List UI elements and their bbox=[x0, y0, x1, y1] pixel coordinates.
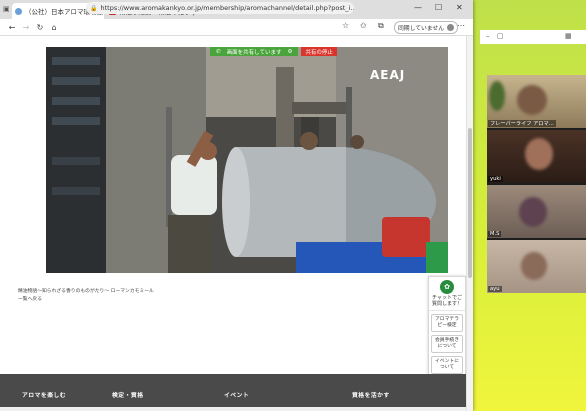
participant-name: M.S bbox=[488, 231, 502, 237]
meeting-toolbar: – ▢ ▦ bbox=[480, 30, 586, 44]
stop-share-button[interactable]: 共有の停止 bbox=[301, 47, 337, 56]
chat-link[interactable]: チャットでご質問します！ bbox=[429, 295, 465, 311]
minimize-icon[interactable]: — bbox=[414, 3, 422, 12]
participant-video bbox=[521, 252, 547, 280]
url-text: https://www.aromakankyo.or.jp/membership… bbox=[100, 4, 354, 12]
video-caption-block: 精油物語～知られざる香りのものがたり～ ローマンカモミール 一覧へ戻る bbox=[18, 288, 154, 304]
footer-link[interactable]: アロマを楽しむ bbox=[22, 390, 66, 399]
forward-icon[interactable]: → bbox=[20, 23, 32, 32]
sync-label: 同期していません bbox=[398, 26, 445, 32]
collections-icon[interactable]: ⧉ bbox=[378, 21, 384, 31]
layout-icon[interactable]: ▦ bbox=[565, 32, 572, 40]
participant-tile[interactable]: フレーバーライフ アロマ… bbox=[487, 75, 586, 128]
lock-icon: 🔒 bbox=[90, 4, 98, 12]
participant-video bbox=[519, 197, 547, 227]
more-menu-icon[interactable]: ⋯ bbox=[457, 21, 465, 30]
footer-link[interactable]: イベント bbox=[224, 390, 249, 399]
audio-icon bbox=[15, 7, 22, 15]
participant-tile[interactable]: yuki bbox=[487, 130, 586, 183]
sharing-indicator: ✆ 画面を共有しています ⚙ bbox=[210, 47, 299, 56]
participant-tile[interactable]: M.S bbox=[487, 185, 586, 238]
minimize-icon[interactable]: – bbox=[486, 32, 490, 40]
back-icon[interactable]: ← bbox=[6, 23, 18, 32]
widget-item[interactable]: イベントについて bbox=[431, 356, 463, 374]
vertical-scrollbar[interactable] bbox=[466, 36, 473, 411]
widget-item[interactable]: アロマテラピー検定 bbox=[431, 314, 463, 332]
home-icon[interactable]: ⌂ bbox=[48, 23, 60, 32]
favorites-icon[interactable]: ✩ bbox=[360, 21, 367, 30]
stop-share-label: 共有の停止 bbox=[305, 49, 333, 56]
sharing-label: 画面を共有しています bbox=[226, 49, 282, 56]
participant-name: yuki bbox=[488, 176, 503, 182]
screen-share-banner: ✆ 画面を共有しています ⚙ 共有の停止 bbox=[210, 47, 337, 56]
close-window-icon[interactable]: ✕ bbox=[456, 3, 463, 12]
participant-video bbox=[517, 85, 547, 115]
back-to-list-link[interactable]: 一覧へ戻る bbox=[18, 296, 154, 304]
profile-sync-button[interactable]: 同期していません bbox=[394, 21, 459, 34]
horizontal-scrollbar[interactable] bbox=[0, 407, 466, 411]
aeaj-watermark: AEAJ bbox=[370, 68, 406, 82]
footer-link[interactable]: 検定・資格 bbox=[112, 390, 144, 399]
tab-actions-icon[interactable]: ▣ bbox=[3, 5, 10, 13]
participant-name: フレーバーライフ アロマ… bbox=[488, 120, 556, 127]
video-caption: 精油物語～知られざる香りのものがたり～ ローマンカモミール bbox=[18, 289, 154, 294]
participant-name: ayu bbox=[488, 286, 502, 292]
scroll-thumb[interactable] bbox=[468, 128, 472, 278]
refresh-icon[interactable]: ↻ bbox=[34, 23, 46, 32]
url-field[interactable]: 🔒 https://www.aromakankyo.or.jp/membersh… bbox=[86, 2, 354, 14]
page-content: AEAJ 精油物語～知られざる香りのものがたり～ ローマンカモミール 一覧へ戻る… bbox=[0, 36, 466, 411]
settings-icon[interactable]: ⚙ bbox=[287, 49, 292, 55]
footer-link[interactable]: 資格を活かす bbox=[352, 390, 390, 399]
participant-video bbox=[525, 138, 553, 170]
favorite-star-icon[interactable]: ☆ bbox=[342, 21, 349, 30]
site-footer: アロマを楽しむ 検定・資格 イベント 資格を活かす bbox=[0, 374, 466, 411]
participant-panel: フレーバーライフ アロマ… yuki M.S ayu bbox=[487, 75, 586, 293]
chat-logo-icon: ✿ bbox=[440, 280, 454, 294]
restore-icon[interactable]: ▢ bbox=[497, 32, 504, 40]
browser-window: ▣ （公社）日本アロマ環境協 ✕ 精油学総論 精油の化学.pdf ✕ + — ☐… bbox=[0, 0, 473, 411]
avatar bbox=[447, 24, 455, 31]
plant-decoration bbox=[489, 81, 505, 111]
widget-item[interactable]: 会員手続きについて bbox=[431, 335, 463, 353]
maximize-icon[interactable]: ☐ bbox=[435, 3, 442, 12]
participant-tile[interactable]: ayu bbox=[487, 240, 586, 293]
video-player[interactable]: AEAJ bbox=[46, 47, 448, 273]
phone-icon: ✆ bbox=[216, 48, 221, 55]
